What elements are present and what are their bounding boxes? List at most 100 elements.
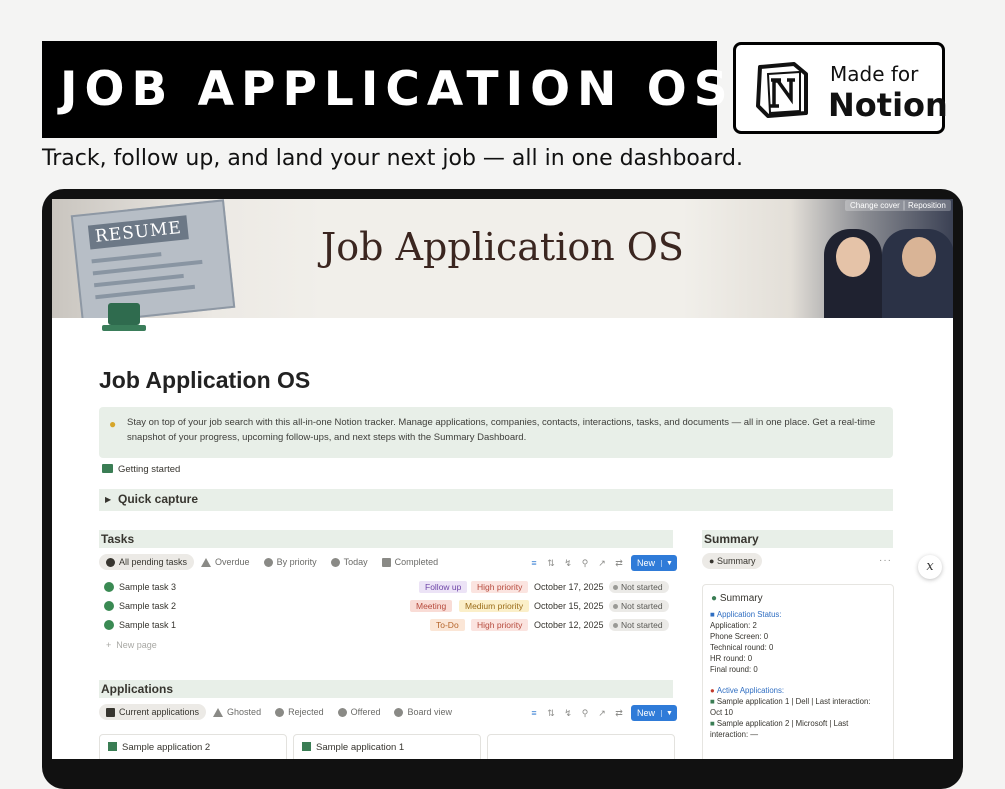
chevron-down-icon[interactable]: ▼: [661, 709, 677, 717]
status-badge: Not started: [609, 600, 669, 612]
new-page-button[interactable]: + New page: [106, 640, 157, 650]
bell-icon: ●: [709, 556, 717, 566]
lightning-icon[interactable]: ↯: [563, 558, 573, 568]
tab-label: Rejected: [288, 707, 324, 717]
active-line-text: Sample application 1 | Dell | Last inter…: [716, 697, 871, 706]
expand-icon[interactable]: ↗: [597, 558, 607, 568]
filter-icon[interactable]: ≡: [529, 558, 539, 568]
search-icon[interactable]: ⚲: [580, 558, 590, 568]
change-cover-button[interactable]: Change cover: [845, 200, 905, 211]
sort-icon[interactable]: ⇅: [546, 708, 556, 718]
pin-icon: ●: [710, 686, 717, 695]
task-type-tag: Follow up: [419, 581, 468, 593]
summary-heading-label: Summary: [704, 532, 759, 546]
task-row[interactable]: Sample task 2 Meeting Medium priority Oc…: [104, 598, 674, 616]
application-card[interactable]: Sample application 1: [293, 734, 481, 759]
tab-label: Summary: [716, 556, 756, 566]
alert-circle-icon: [263, 557, 273, 567]
tab-overdue[interactable]: Overdue: [194, 554, 257, 570]
tab-rejected[interactable]: Rejected: [268, 704, 331, 720]
book-icon: [102, 464, 113, 473]
expand-icon[interactable]: ↗: [597, 708, 607, 718]
task-name[interactable]: Sample task 3: [119, 582, 176, 592]
settings-icon[interactable]: ⇄: [614, 558, 624, 568]
applications-view-tabs: Current applications Ghosted Rejected Of…: [99, 704, 459, 720]
tab-label: Overdue: [215, 557, 250, 567]
more-options-icon[interactable]: ···: [879, 555, 892, 566]
task-name[interactable]: Sample task 1: [119, 620, 176, 630]
tab-today[interactable]: Today: [324, 554, 375, 570]
tab-label: Offered: [350, 707, 381, 717]
x-circle-icon: [275, 707, 285, 717]
lightbulb-icon: ●: [109, 417, 117, 431]
paper-line: [93, 273, 184, 288]
priority-tag: High priority: [471, 619, 529, 631]
tab-all-pending-tasks[interactable]: All pending tasks: [99, 554, 195, 570]
cover-image: RESUME Job Application OS Change cover R…: [52, 199, 953, 318]
getting-started-link[interactable]: Getting started: [102, 464, 180, 475]
laptop-icon[interactable]: [102, 301, 146, 333]
globe-icon: [394, 707, 404, 717]
flag-icon: ■: [710, 697, 717, 706]
notion-page-screen: RESUME Job Application OS Change cover R…: [52, 199, 953, 759]
flag-icon: [106, 707, 115, 717]
person-illustration: [882, 229, 953, 318]
priority-tag: High priority: [471, 581, 529, 593]
sort-icon[interactable]: ⇅: [546, 558, 556, 568]
ai-assistant-icon[interactable]: 𝑥: [918, 555, 942, 579]
lightning-icon[interactable]: ↯: [563, 708, 573, 718]
card-title: Sample application 2: [122, 742, 211, 753]
settings-icon[interactable]: ⇄: [614, 708, 624, 718]
application-card[interactable]: Sample application 2: [99, 734, 287, 759]
active-heading-label: Active Applications:: [716, 686, 785, 695]
toggle-arrow-icon[interactable]: ▶: [105, 495, 111, 504]
tab-ghosted[interactable]: Ghosted: [206, 704, 268, 720]
tab-offered[interactable]: Offered: [331, 704, 388, 720]
flag-icon: ■: [710, 719, 717, 728]
tab-by-priority[interactable]: By priority: [257, 554, 324, 570]
check-icon: [104, 601, 114, 611]
status-badge: Not started: [609, 581, 669, 593]
task-row[interactable]: Sample task 1 To-Do High priority Octobe…: [104, 617, 674, 635]
getting-started-label: Getting started: [118, 464, 181, 475]
card-title: Sample application 1: [316, 742, 405, 753]
search-icon[interactable]: ⚲: [580, 708, 590, 718]
active-line[interactable]: ■ Sample application 2 | Microsoft | Las…: [710, 719, 848, 728]
check-icon: [104, 582, 114, 592]
filter-icon[interactable]: ≡: [529, 708, 539, 718]
task-row[interactable]: Sample task 3 Follow up High priority Oc…: [104, 579, 674, 597]
application-card-empty[interactable]: [487, 734, 675, 759]
new-label: New: [637, 708, 656, 718]
status-line: Final round: 0: [710, 665, 758, 674]
tasks-view-tabs: All pending tasks Overdue By priority To…: [99, 554, 445, 570]
badge-line2: Notion: [828, 86, 948, 124]
tab-label: Completed: [394, 557, 439, 567]
application-status-heading: ■ Application Status:: [710, 610, 781, 619]
tab-current-applications[interactable]: Current applications: [99, 704, 207, 720]
task-type-tag: Meeting: [410, 600, 453, 612]
applications-heading-label: Applications: [101, 682, 174, 696]
summary-panel-title: ● Summary: [711, 593, 763, 604]
tab-label: All pending tasks: [119, 557, 188, 567]
quick-capture-toggle[interactable]: ▶ Quick capture: [99, 489, 893, 511]
quick-capture-label: Quick capture: [118, 492, 199, 506]
tab-completed[interactable]: Completed: [375, 554, 446, 570]
check-circle-icon: [330, 557, 340, 567]
applications-heading: Applications: [99, 680, 673, 698]
tab-board-view[interactable]: Board view: [387, 704, 459, 720]
chevron-down-icon[interactable]: ▼: [661, 559, 677, 567]
applications-new-button[interactable]: New ▼: [631, 705, 677, 721]
tasks-heading-label: Tasks: [101, 532, 135, 546]
tab-label: Current applications: [119, 707, 200, 717]
callout-block: ● Stay on top of your job search with th…: [99, 407, 893, 458]
tab-summary[interactable]: ● Summary: [702, 553, 763, 569]
task-name[interactable]: Sample task 2: [119, 601, 176, 611]
reposition-button[interactable]: Reposition: [903, 200, 951, 211]
active-line[interactable]: ■ Sample application 1 | Dell | Last int…: [710, 697, 870, 706]
active-line-text: Sample application 2 | Microsoft | Last: [716, 719, 849, 728]
task-date: October 12, 2025: [534, 620, 604, 630]
tagline: Track, follow up, and land your next job…: [42, 146, 743, 171]
summary-title-label: Summary: [719, 593, 763, 604]
task-date: October 17, 2025: [534, 582, 604, 592]
tasks-new-button[interactable]: New ▼: [631, 555, 677, 571]
